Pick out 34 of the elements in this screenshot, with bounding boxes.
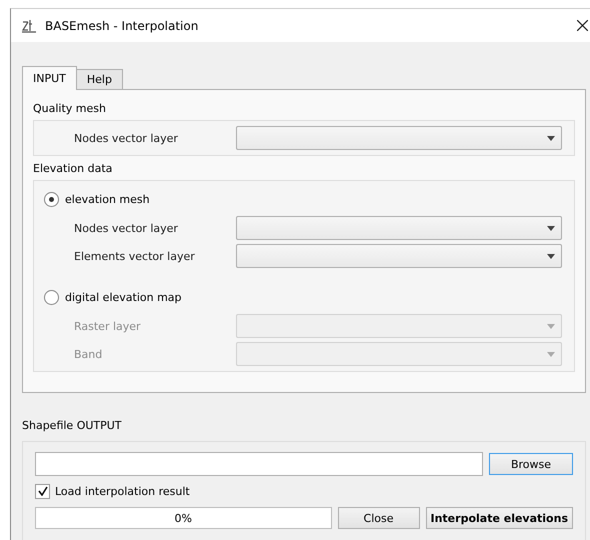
field-label: Nodes vector layer <box>73 132 179 144</box>
dropdown-arrow-icon <box>547 324 555 328</box>
dialog-button[interactable]: Close <box>338 507 420 529</box>
radio-label: digital elevation map <box>65 290 182 304</box>
browse-button[interactable]: Browse <box>489 453 573 475</box>
group-title: Shapefile OUTPUT <box>22 419 123 432</box>
dropdown-arrow-icon <box>547 254 555 258</box>
field-label: Elements vector layer <box>73 250 196 262</box>
layer-dropdown[interactable] <box>236 342 562 366</box>
layer-dropdown[interactable] <box>236 216 562 240</box>
layer-dropdown[interactable] <box>236 244 562 268</box>
window-title: BASEmesh - Interpolation <box>45 18 200 32</box>
group-title: Quality mesh <box>33 102 107 115</box>
app-icon <box>21 18 37 32</box>
tab[interactable]: Help <box>76 69 123 90</box>
radio-button[interactable] <box>44 192 59 206</box>
dropdown-arrow-icon <box>547 136 555 140</box>
dropdown-arrow-icon <box>547 226 555 230</box>
dropdown-arrow-icon <box>547 352 555 356</box>
layer-dropdown[interactable] <box>236 126 562 150</box>
field-label: Band <box>73 348 104 360</box>
field-label: Nodes vector layer <box>73 222 179 234</box>
radio-label: elevation mesh <box>65 192 150 206</box>
group-title: Elevation data <box>33 162 114 175</box>
layer-dropdown[interactable] <box>236 314 562 338</box>
field-label: Raster layer <box>73 320 142 332</box>
close-icon[interactable] <box>577 20 588 31</box>
checkbox-label: Load interpolation result <box>55 484 190 498</box>
radio-button[interactable] <box>44 290 59 304</box>
output-path-field[interactable] <box>35 452 483 476</box>
progress-text: 0% <box>174 512 192 524</box>
dialog-button[interactable]: Interpolate elevations <box>426 507 573 529</box>
tab[interactable]: INPUT <box>22 66 77 90</box>
checkbox[interactable] <box>35 484 50 498</box>
